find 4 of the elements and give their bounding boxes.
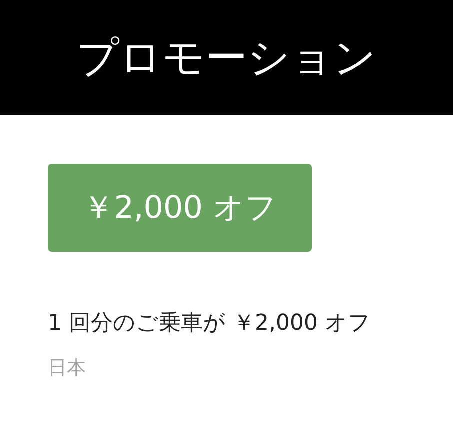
promo-description: 1 回分のご乗車が ￥2,000 オフ bbox=[48, 310, 371, 338]
page-title: プロモーション bbox=[76, 32, 376, 84]
discount-badge: ￥2,000 オフ bbox=[48, 164, 312, 252]
region-label: 日本 bbox=[48, 356, 86, 381]
